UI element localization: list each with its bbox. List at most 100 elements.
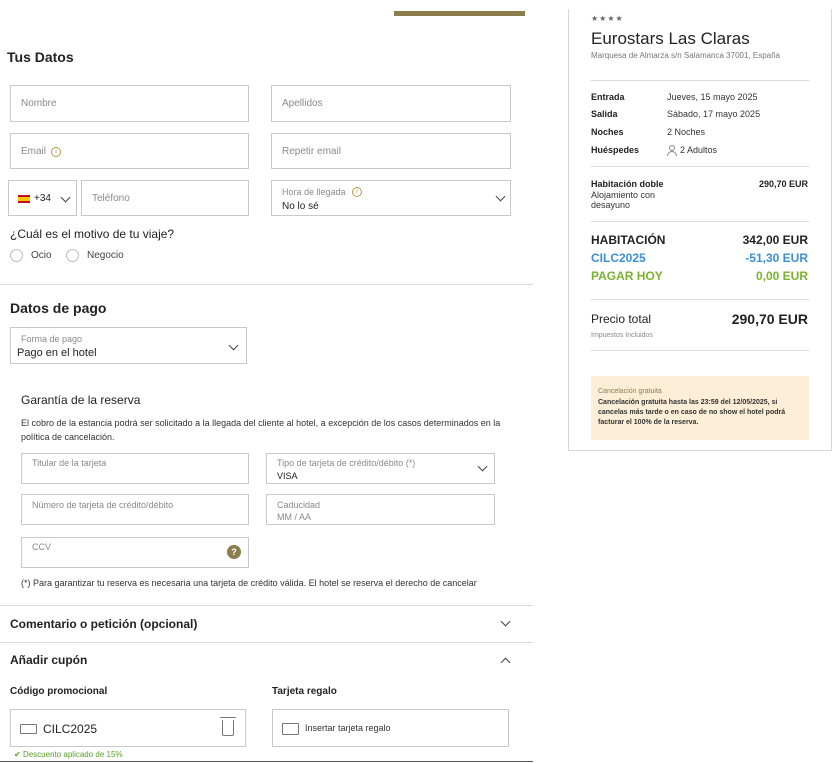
apellidos-field[interactable]: Apellidos [271, 85, 511, 122]
promo-code-field[interactable]: CILC2025 [10, 709, 246, 747]
section-title-datos-pago: Datos de pago [10, 300, 107, 316]
ccv-field[interactable]: CCV ? [21, 537, 249, 568]
repetir-email-placeholder: Repetir email [282, 146, 341, 157]
radio-ocio-label: Ocio [31, 250, 52, 261]
salida-value: Sábado, 17 mayo 2025 [667, 109, 761, 119]
comment-accordion[interactable]: Comentario o petición (opcional) [0, 606, 533, 642]
check-icon: ✔ [14, 750, 21, 759]
hora-llegada-label: Hora de llegada [282, 187, 346, 197]
garantia-text: El cobro de la estancia podrá ser solici… [21, 418, 501, 442]
repetir-email-field[interactable]: Repetir email [271, 133, 511, 169]
noches-value: 2 Noches [667, 127, 706, 137]
phone-prefix-select[interactable]: +34 [8, 180, 77, 216]
email-field[interactable]: Email i [10, 133, 249, 169]
telefono-field[interactable]: Teléfono [81, 180, 249, 216]
hotel-address: Marquesa de Almarza s/n Salamanca 37001,… [591, 51, 781, 60]
room-price: 290,70 EUR [758, 179, 808, 189]
tipo-tarjeta-select[interactable]: Tipo de tarjeta de crédito/débito (*) VI… [266, 453, 495, 484]
entrada-label: Entrada [591, 92, 625, 102]
room-desc: Alojamiento con desayuno [591, 190, 656, 210]
promo-label: Código promocional [10, 686, 108, 697]
hotel-name: Eurostars Las Claras [591, 29, 750, 48]
help-icon[interactable]: ? [227, 545, 241, 559]
cancellation-title: Cancelación gratuita [598, 388, 662, 395]
chevron-down-icon [228, 340, 239, 351]
habitacion-label: HABITACIÓN [591, 233, 666, 247]
info-icon[interactable]: i [352, 187, 362, 197]
divider [0, 284, 533, 285]
promo-success: ✔ Descuento aplicado de 15% [14, 750, 123, 759]
forma-pago-select[interactable]: Forma de pago Pago en el hotel [10, 327, 247, 364]
divider [0, 761, 533, 762]
nombre-field[interactable]: Nombre [10, 85, 249, 122]
email-placeholder: Email [21, 146, 47, 157]
hora-llegada-value: No lo sé [282, 201, 319, 212]
gift-card-icon [282, 723, 299, 735]
total-label: Precio total [591, 312, 652, 326]
caducidad-label: Caducidad [277, 500, 321, 510]
caducidad-field[interactable]: Caducidad MM / AA [266, 494, 495, 525]
hotel-stars: ★★★★ [591, 14, 624, 23]
entrada-value: Jueves, 15 mayo 2025 [667, 92, 758, 102]
habitacion-value: 342,00 EUR [742, 233, 808, 247]
total-value: 290,70 EUR [731, 311, 808, 327]
numero-tarjeta-field[interactable]: Número de tarjeta de crédito/débito [21, 494, 249, 525]
huespedes-value: 2 Adultos [680, 145, 718, 155]
chevron-up-icon [500, 657, 511, 668]
payment-note: (*) Para garantizar tu reserva es necesa… [21, 578, 477, 588]
huespedes-label: Huéspedes [591, 145, 640, 155]
comment-title: Comentario o petición (opcional) [10, 617, 198, 631]
titular-placeholder: Titular de la tarjeta [32, 458, 107, 468]
taxes-note: Impuestos Incluidos [591, 332, 653, 339]
divider [591, 299, 809, 300]
salida-label: Salida [591, 109, 618, 119]
cancellation-text: Cancelación gratuita hasta las 23:59 del… [598, 399, 786, 426]
coupon-title: Añadir cupón [10, 653, 88, 667]
pagar-hoy-label: PAGAR HOY [591, 269, 663, 283]
spain-flag-icon [18, 195, 30, 203]
coupon-accordion[interactable]: Añadir cupón [0, 643, 533, 677]
forma-pago-label: Forma de pago [21, 334, 83, 344]
user-icon [667, 145, 677, 156]
gift-card-placeholder: Insertar tarjeta regalo [305, 723, 391, 733]
pagar-hoy-value: 0,00 EUR [755, 269, 808, 283]
chevron-down-icon [495, 191, 506, 202]
apellidos-placeholder: Apellidos [282, 98, 323, 109]
booking-summary: ★★★★ Eurostars Las Claras Marquesa de Al… [568, 9, 832, 451]
info-icon[interactable]: i [51, 147, 61, 157]
room-name: Habitación doble [591, 179, 664, 189]
radio-negocio-label: Negocio [87, 250, 124, 261]
gift-card-field[interactable]: Insertar tarjeta regalo [272, 709, 509, 747]
ccv-placeholder: CCV [32, 542, 52, 552]
trash-icon[interactable] [220, 717, 236, 736]
garantia-title: Garantía de la reserva [21, 393, 141, 407]
tipo-tarjeta-value: VISA [277, 471, 298, 481]
gift-label: Tarjeta regalo [272, 686, 337, 697]
numero-tarjeta-placeholder: Número de tarjeta de crédito/débito [32, 500, 174, 510]
chevron-down-icon [500, 616, 511, 627]
promo-success-text: Descuento aplicado de 15% [22, 750, 123, 759]
caducidad-placeholder: MM / AA [277, 512, 312, 522]
cancellation-box: Cancelación gratuita Cancelación gratuit… [591, 376, 809, 440]
divider [591, 166, 809, 167]
chevron-down-icon [477, 461, 488, 472]
phone-prefix-value: +34 [34, 193, 51, 204]
radio-negocio[interactable] [66, 249, 79, 262]
divider [591, 350, 809, 351]
progress-bar [394, 11, 525, 16]
promo-code-value: CILC2025 [43, 722, 98, 736]
discount-value: -51,30 EUR [745, 251, 808, 265]
discount-label: CILC2025 [591, 251, 646, 265]
telefono-placeholder: Teléfono [92, 193, 130, 204]
motivo-question: ¿Cuál es el motivo de tu viaje? [10, 227, 175, 241]
divider [591, 221, 809, 222]
tipo-tarjeta-label: Tipo de tarjeta de crédito/débito (*) [277, 458, 416, 468]
forma-pago-value: Pago en el hotel [17, 347, 97, 359]
radio-ocio[interactable] [10, 249, 23, 262]
ticket-icon [20, 724, 37, 734]
hora-llegada-select[interactable]: Hora de llegada i No lo sé [271, 180, 511, 216]
nombre-placeholder: Nombre [21, 98, 57, 109]
titular-field[interactable]: Titular de la tarjeta [21, 453, 249, 484]
section-title-tus-datos: Tus Datos [7, 49, 74, 65]
noches-label: Noches [591, 127, 624, 137]
